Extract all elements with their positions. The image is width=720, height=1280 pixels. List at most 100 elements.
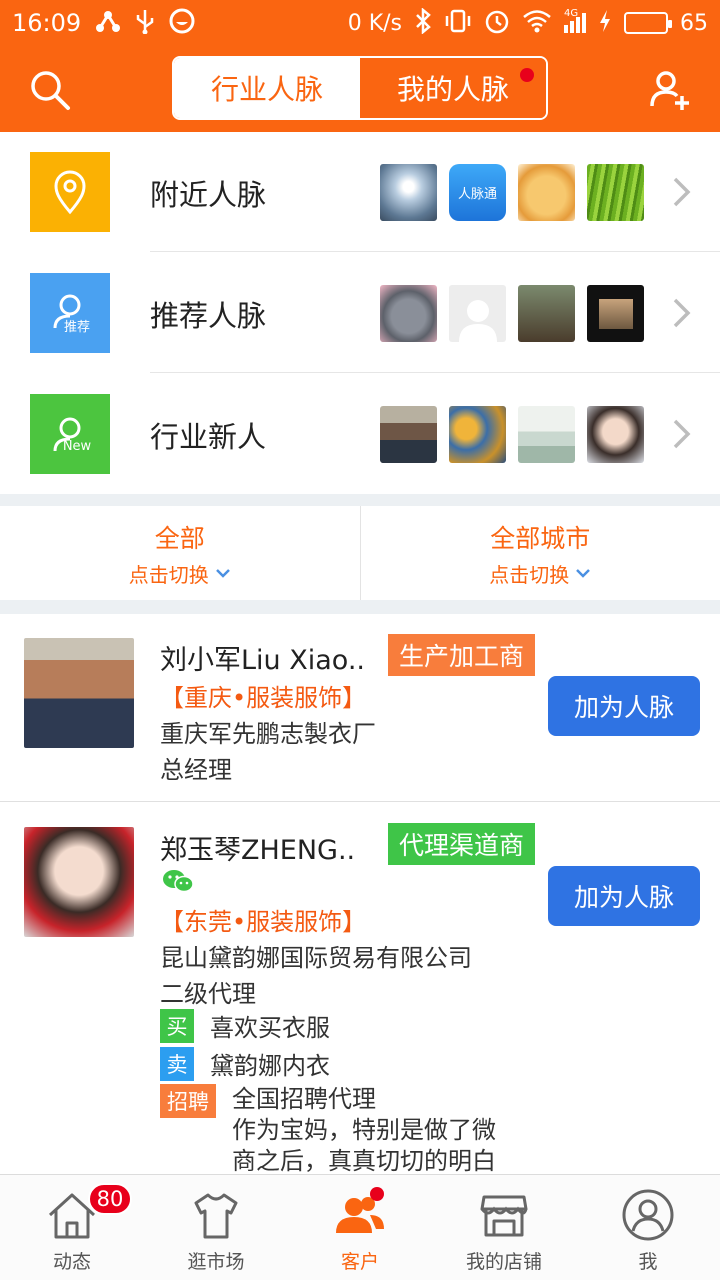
vibrate-icon	[444, 9, 472, 38]
sell-row: 卖 黛韵娜内衣	[160, 1046, 330, 1081]
grass-photo-thumb	[587, 164, 644, 221]
location-pin-icon	[30, 152, 110, 232]
cartoon-cat-thumb	[518, 164, 575, 221]
usb-icon	[135, 8, 155, 39]
new-members-thumbs	[380, 406, 644, 463]
share-icon	[95, 9, 121, 38]
tab-customers-label: 客户	[340, 1251, 379, 1273]
contact-company: 昆山黛韵娜国际贸易有限公司	[160, 944, 472, 972]
nearby-contacts-label: 附近人脉	[150, 178, 267, 212]
signal-icon: 4G	[564, 9, 586, 33]
recommend-badge-text: 推荐	[63, 319, 90, 335]
wechat-icon	[162, 868, 194, 898]
tab-me[interactable]: 我	[576, 1175, 720, 1280]
notification-count-badge: 80	[88, 1183, 132, 1215]
nearby-contacts-row[interactable]: 附近人脉 人脉通	[0, 132, 720, 252]
filter-bar: 全部 点击切换 全部城市 点击切换	[0, 506, 720, 600]
tab-customers[interactable]: 客户	[288, 1175, 432, 1280]
chevron-right-icon	[673, 177, 691, 207]
tab-my-shop[interactable]: 我的店铺	[432, 1175, 576, 1280]
divider	[150, 251, 720, 252]
recommended-contacts-row[interactable]: 推荐 推荐人脉	[0, 253, 720, 373]
tab-me-label: 我	[638, 1251, 658, 1273]
bluetooth-icon	[414, 6, 432, 39]
contact-card[interactable]: 刘小军Liu Xiao.. 生产加工商 【重庆•服装服饰】 重庆军先鹏志製衣厂 …	[0, 614, 720, 802]
contact-company: 重庆军先鹏志製衣厂	[160, 720, 376, 748]
buy-text: 喜欢买衣服	[210, 1014, 330, 1042]
add-contact-button[interactable]: 加为人脉	[548, 676, 700, 736]
sky-photo-thumb	[380, 164, 437, 221]
discover-section: 附近人脉 人脉通 推荐 推荐人脉 New 行业新人	[0, 132, 720, 494]
chevron-right-icon	[673, 298, 691, 328]
recruit-row: 招聘 全国招聘代理 作为宝妈，特别是做了微 商之后，真真切切的明白	[160, 1084, 496, 1174]
buy-badge: 买	[160, 1008, 194, 1043]
contact-name: 刘小军Liu Xiao..	[160, 645, 365, 676]
cartoon-wolf-thumb	[380, 285, 437, 342]
app-logo-text: 人脉通	[457, 187, 497, 202]
contact-region: 【东莞•服装服饰】	[160, 908, 367, 936]
tab-my-contacts-label: 我的人脉	[396, 73, 509, 106]
tab-market[interactable]: 逛市场	[144, 1175, 288, 1280]
framed-portrait-thumb	[587, 285, 644, 342]
search-icon[interactable]	[26, 66, 74, 114]
contact-title: 总经理	[160, 756, 232, 784]
recommended-contacts-label: 推荐人脉	[150, 299, 267, 333]
avatar	[24, 827, 134, 937]
tab-my-shop-label: 我的店铺	[465, 1251, 542, 1273]
new-members-label: 行业新人	[150, 420, 267, 454]
city-filter[interactable]: 全部城市 点击切换	[359, 506, 720, 600]
add-user-icon[interactable]	[646, 66, 694, 114]
wifi-icon	[522, 9, 552, 38]
app-logo-thumb: 人脉通	[449, 164, 506, 221]
tab-my-contacts[interactable]: 我的人脉	[360, 58, 546, 118]
woman-portrait-thumb	[587, 406, 644, 463]
tab-industry-contacts-label: 行业人脉	[210, 73, 323, 106]
status-time: 16:09	[12, 9, 82, 37]
user-new-icon: New	[30, 394, 110, 474]
recommended-thumbs	[380, 285, 644, 342]
tab-market-label: 逛市场	[187, 1251, 245, 1273]
unread-dot	[520, 68, 534, 82]
category-filter-hint: 点击切换	[129, 559, 231, 588]
avatar	[24, 638, 134, 748]
business-type-tag: 生产加工商	[388, 634, 536, 676]
city-filter-value: 全部城市	[490, 523, 591, 553]
status-bar: 16:09 0 K/s 4G 65	[0, 0, 720, 46]
category-filter-hint-text: 点击切换	[128, 562, 209, 587]
autumn-tree-thumb	[449, 406, 506, 463]
contact-title: 二级代理	[160, 980, 256, 1008]
recruit-line: 全国招聘代理	[232, 1085, 376, 1113]
divider	[150, 372, 720, 373]
battery-percent: 65	[680, 10, 708, 36]
chevron-down-icon	[215, 569, 230, 578]
top-header: 行业人脉 我的人脉	[0, 46, 720, 132]
new-members-row[interactable]: New 行业新人	[0, 374, 720, 494]
user-recommend-icon: 推荐	[30, 273, 110, 353]
shirt-icon	[194, 1193, 238, 1239]
tab-feed[interactable]: 动态 80	[0, 1175, 144, 1280]
chevron-right-icon	[673, 419, 691, 449]
network-speed: 0 K/s	[347, 10, 402, 36]
contact-card[interactable]: 郑玉琴ZHENG.. 代理渠道商 【东莞•服装服饰】 昆山黛韵娜国际贸易有限公司…	[0, 802, 720, 1174]
category-filter-value: 全部	[154, 523, 205, 553]
buy-row: 买 喜欢买衣服	[160, 1008, 330, 1043]
recruit-line: 作为宝妈，特别是做了微	[232, 1116, 496, 1144]
bottom-nav: 动态 80 逛市场 客户 我的店铺 我	[0, 1174, 720, 1280]
shop-icon	[480, 1195, 528, 1237]
city-filter-hint: 点击切换	[489, 559, 591, 588]
tab-industry-contacts[interactable]: 行业人脉	[174, 58, 360, 118]
charging-icon	[598, 9, 612, 38]
contact-name: 郑玉琴ZHENG..	[160, 835, 356, 866]
sell-badge: 卖	[160, 1046, 194, 1081]
sell-text: 黛韵娜内衣	[210, 1052, 330, 1080]
alarm-icon	[484, 8, 510, 39]
business-type-tag: 代理渠道商	[388, 823, 536, 865]
category-filter[interactable]: 全部 点击切换	[0, 506, 360, 600]
contact-region: 【重庆•服装服饰】	[160, 684, 367, 712]
nearby-thumbs: 人脉通	[380, 164, 644, 221]
new-badge-text: New	[62, 438, 92, 454]
chevron-down-icon	[576, 569, 591, 578]
battery-icon	[624, 12, 672, 34]
add-contact-button[interactable]: 加为人脉	[548, 866, 700, 926]
default-avatar-thumb	[449, 285, 506, 342]
